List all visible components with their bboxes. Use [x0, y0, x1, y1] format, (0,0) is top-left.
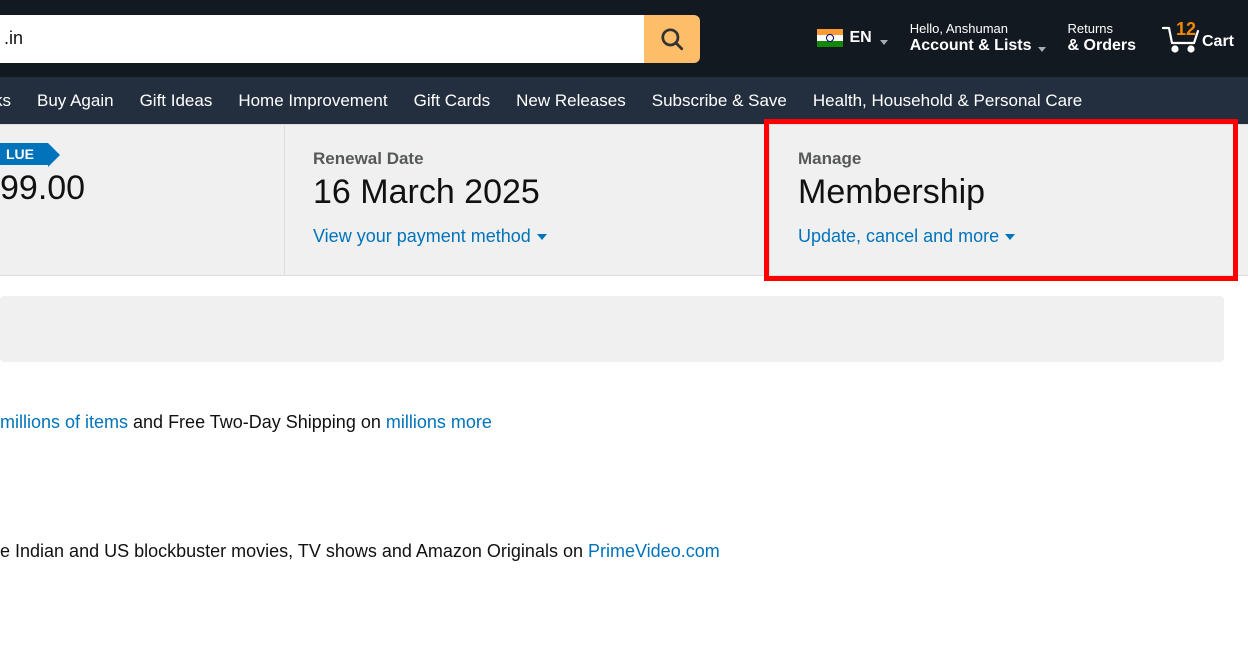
search-bar: [0, 15, 700, 63]
language-selector[interactable]: EN: [817, 29, 887, 47]
membership-title: Membership: [798, 173, 1220, 212]
benefit-shipping: millions of items and Free Two-Day Shipp…: [0, 410, 1248, 435]
search-input[interactable]: [0, 15, 644, 63]
millions-more-link[interactable]: millions more: [386, 412, 492, 432]
nav-item-buy-again[interactable]: Buy Again: [37, 91, 114, 111]
card-manage-membership: Manage Membership Update, cancel and mor…: [770, 125, 1248, 275]
cart-link[interactable]: 12 Cart: [1158, 23, 1234, 53]
manage-label: Manage: [798, 149, 1220, 169]
benefit-shipping-text: and Free Two-Day Shipping on: [128, 412, 386, 432]
renewal-label: Renewal Date: [313, 149, 741, 169]
search-icon: [659, 26, 685, 52]
language-code: EN: [849, 29, 871, 47]
nav-bar: ks Buy Again Gift Ideas Home Improvement…: [0, 77, 1248, 124]
update-cancel-link[interactable]: Update, cancel and more: [798, 226, 1220, 247]
header-right: EN Hello, Anshuman Account & Lists Retur…: [777, 22, 1238, 55]
benefit-video: e Indian and US blockbuster movies, TV s…: [0, 539, 1248, 564]
chevron-down-icon: [1005, 234, 1015, 240]
payment-method-text: View your payment method: [313, 226, 531, 247]
nav-item-gift-ideas[interactable]: Gift Ideas: [140, 91, 213, 111]
chevron-down-icon: [880, 40, 888, 45]
primevideo-link[interactable]: PrimeVideo.com: [588, 541, 720, 561]
chevron-down-icon: [537, 234, 547, 240]
header: EN Hello, Anshuman Account & Lists Retur…: [0, 0, 1248, 77]
info-strip: [0, 296, 1224, 362]
account-lists-label: Account & Lists: [910, 37, 1032, 55]
cart-count: 12: [1176, 19, 1196, 40]
orders-link[interactable]: Returns & Orders: [1068, 22, 1136, 55]
card-value: LUE 99.00: [0, 125, 285, 275]
search-button[interactable]: [644, 15, 700, 63]
returns-label: Returns: [1068, 22, 1136, 37]
account-menu[interactable]: Hello, Anshuman Account & Lists: [910, 22, 1046, 55]
payment-method-link[interactable]: View your payment method: [313, 226, 741, 247]
membership-cards: LUE 99.00 Renewal Date 16 March 2025 Vie…: [0, 124, 1248, 276]
nav-item-gift-cards[interactable]: Gift Cards: [414, 91, 491, 111]
card-renewal: Renewal Date 16 March 2025 View your pay…: [285, 125, 770, 275]
nav-item-subscribe-save[interactable]: Subscribe & Save: [652, 91, 787, 111]
flag-india-icon: [817, 29, 843, 47]
orders-label: & Orders: [1068, 37, 1136, 55]
renewal-date: 16 March 2025: [313, 173, 741, 212]
nav-item-health-household[interactable]: Health, Household & Personal Care: [813, 91, 1082, 111]
nav-item-home-improvement[interactable]: Home Improvement: [238, 91, 387, 111]
nav-item[interactable]: ks: [0, 91, 11, 111]
update-cancel-text: Update, cancel and more: [798, 226, 999, 247]
greeting-text: Hello, Anshuman: [910, 22, 1046, 37]
chevron-down-icon: [1038, 47, 1046, 52]
value-badge: LUE: [0, 143, 48, 165]
cart-label: Cart: [1202, 33, 1234, 51]
benefit-video-text: e Indian and US blockbuster movies, TV s…: [0, 541, 588, 561]
millions-items-link[interactable]: millions of items: [0, 412, 128, 432]
value-amount: 99.00: [0, 169, 256, 208]
nav-item-new-releases[interactable]: New Releases: [516, 91, 626, 111]
